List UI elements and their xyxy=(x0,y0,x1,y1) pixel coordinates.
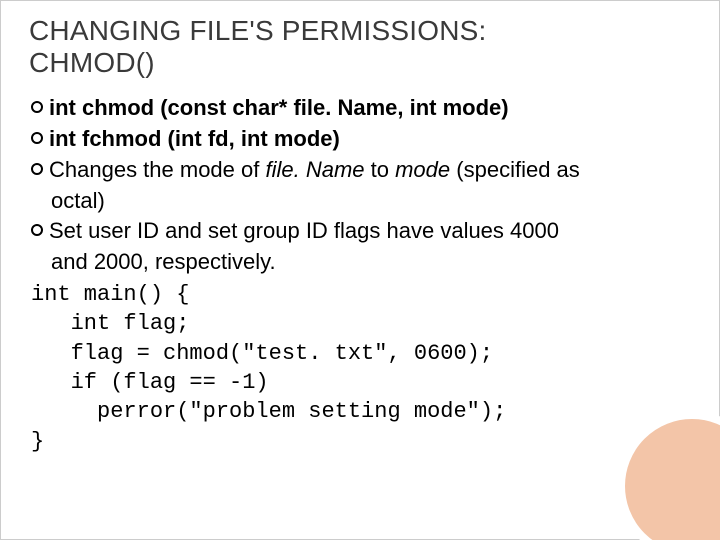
code-line: if (flag == -1) xyxy=(31,368,689,397)
title-line-2: CHMOD() xyxy=(29,47,691,79)
bullet-fchmod-sig: int fchmod (int fd, int mode) xyxy=(31,124,689,153)
code-line: } xyxy=(31,427,689,456)
code-line: int flag; xyxy=(31,309,689,338)
bullet-text: int fchmod (int fd, int mode) xyxy=(49,124,340,153)
bullet-setuid-cont: and 2000, respectively. xyxy=(31,247,689,276)
title-line-1: CHANGING FILE'S PERMISSIONS: xyxy=(29,15,691,47)
slide: CHANGING FILE'S PERMISSIONS: CHMOD() int… xyxy=(0,0,720,540)
slide-title: CHANGING FILE'S PERMISSIONS: CHMOD() xyxy=(1,1,719,83)
bullet-text: Changes the mode of file. Name to mode (… xyxy=(49,155,580,184)
code-line: flag = chmod("test. txt", 0600); xyxy=(31,339,689,368)
bullet-text: int chmod (const char* file. Name, int m… xyxy=(49,93,509,122)
bullet-changes-mode: Changes the mode of file. Name to mode (… xyxy=(31,155,689,184)
bullet-setuid: Set user ID and set group ID flags have … xyxy=(31,216,689,245)
bullet-ring-icon xyxy=(31,163,43,175)
bullet-ring-icon xyxy=(31,101,43,113)
bullet-ring-icon xyxy=(31,132,43,144)
bullet-ring-icon xyxy=(31,224,43,236)
bullet-chmod-sig: int chmod (const char* file. Name, int m… xyxy=(31,93,689,122)
code-line: int main() { xyxy=(31,280,689,309)
bullet-text: Set user ID and set group ID flags have … xyxy=(49,216,559,245)
slide-body: int chmod (const char* file. Name, int m… xyxy=(1,83,719,456)
bullet-changes-mode-cont: octal) xyxy=(31,186,689,215)
code-line: perror("problem setting mode"); xyxy=(31,397,689,426)
code-block: int main() { int flag; flag = chmod("tes… xyxy=(31,280,689,457)
